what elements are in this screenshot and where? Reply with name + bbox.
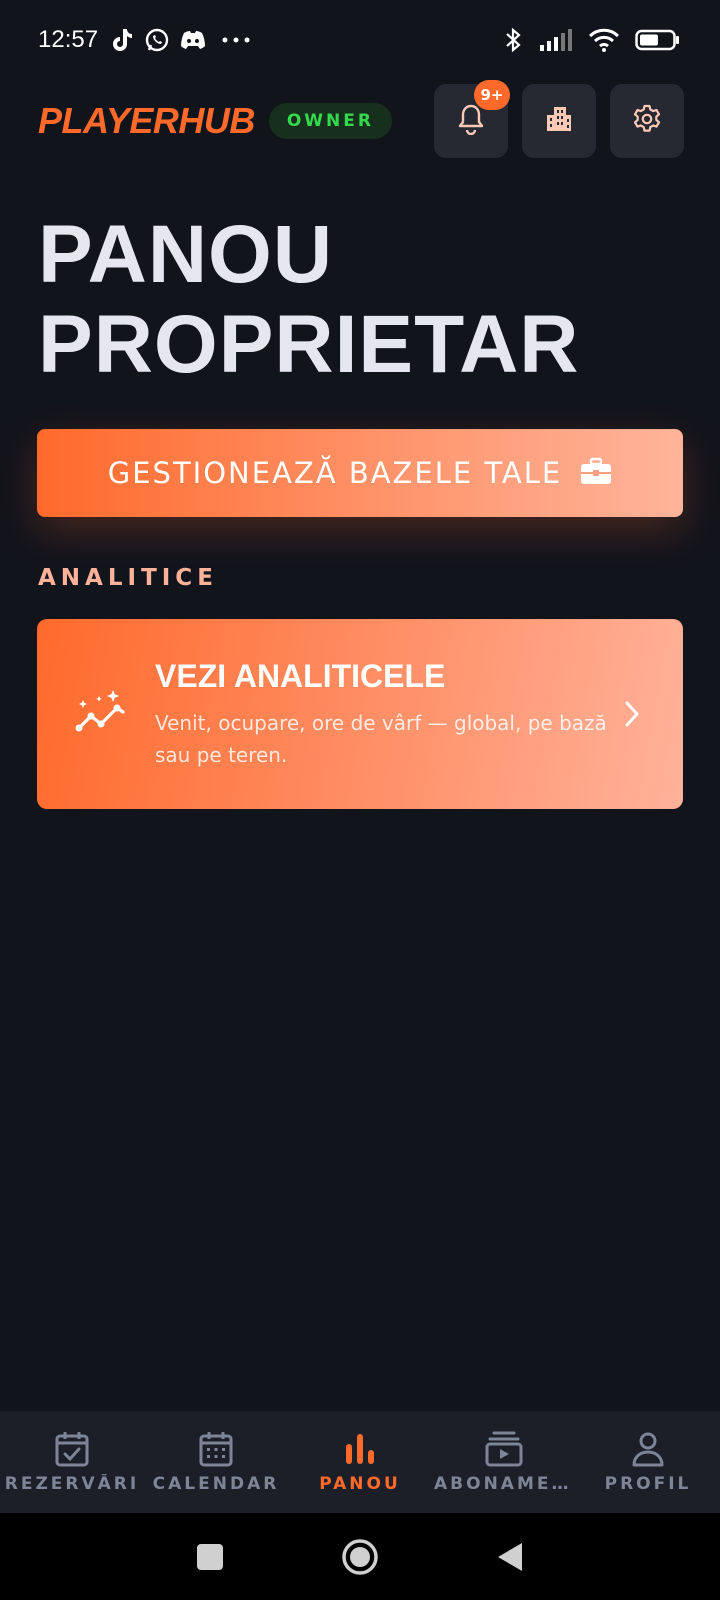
bar-chart-icon [341,1430,379,1468]
signal-icon [540,27,574,53]
nav-item-calendar[interactable]: CALENDAR [144,1411,288,1513]
analytics-card-text: VEZI ANALITICELE Venit, ocupare, ore de … [155,658,617,771]
nav-label-calendar: CALENDAR [152,1474,280,1494]
notifications-button[interactable]: 9+ [434,80,510,158]
manage-facilities-button[interactable]: GESTIONEAZĂ BAZELE TALE [37,429,683,517]
tiktok-icon [108,27,134,53]
page-title: PANOU PROPRIETAR [38,210,684,390]
more-dots-icon [216,27,256,53]
notification-count-badge: 9+ [474,80,510,110]
bluetooth-icon [500,27,526,53]
page-title-line-2: PROPRIETAR [38,299,580,390]
gear-icon [631,103,663,139]
status-bar: 12:57 [0,0,720,80]
wifi-icon [588,27,620,53]
bottom-navigation: REZERVĂRI CALENDAR PANOU ABONAMEN… PROFI… [0,1411,720,1513]
recent-apps-button[interactable] [190,1537,230,1577]
page-title-line-1: PANOU [38,209,334,300]
nav-label-abonamente: ABONAMEN… [434,1474,574,1494]
back-button[interactable] [490,1537,530,1577]
header-actions: 9+ [434,80,684,158]
home-button[interactable] [340,1537,380,1577]
facilities-button[interactable] [522,84,596,158]
app-header: PLAYERHUB OWNER 9+ [38,80,684,158]
building-icon [544,104,574,138]
role-badge: OWNER [268,103,392,139]
view-analytics-card[interactable]: VEZI ANALITICELE Venit, ocupare, ore de … [37,619,683,809]
battery-icon [634,27,682,53]
discord-icon [180,27,206,53]
system-navigation-bar [0,1513,720,1600]
briefcase-icon [580,457,612,489]
nav-label-panou: PANOU [319,1474,401,1494]
calendar-check-icon [53,1430,91,1468]
status-time: 12:57 [38,26,99,53]
status-right [500,27,682,53]
status-left: 12:57 [38,26,256,54]
nav-item-rezervari[interactable]: REZERVĂRI [0,1411,144,1513]
analytics-section-label: ANALITICE [38,565,218,591]
settings-button[interactable] [610,84,684,158]
brand-logo: PLAYERHUB [38,100,255,141]
manage-facilities-label: GESTIONEAZĂ BAZELE TALE [107,456,563,490]
nav-item-profil[interactable]: PROFIL [576,1411,720,1513]
subscriptions-icon [485,1430,523,1468]
nav-label-rezervari: REZERVĂRI [4,1474,140,1494]
analytics-card-title: VEZI ANALITICELE [155,657,446,694]
whatsapp-icon [144,27,170,53]
nav-label-profil: PROFIL [604,1474,692,1494]
calendar-grid-icon [197,1430,235,1468]
user-icon [629,1430,667,1468]
nav-item-panou[interactable]: PANOU [288,1411,432,1513]
nav-item-abonamente[interactable]: ABONAMEN… [432,1411,576,1513]
analytics-card-description: Venit, ocupare, ore de vârf — global, pe… [155,710,607,767]
chevron-right-icon [617,699,647,729]
trend-sparkle-icon [73,686,129,742]
